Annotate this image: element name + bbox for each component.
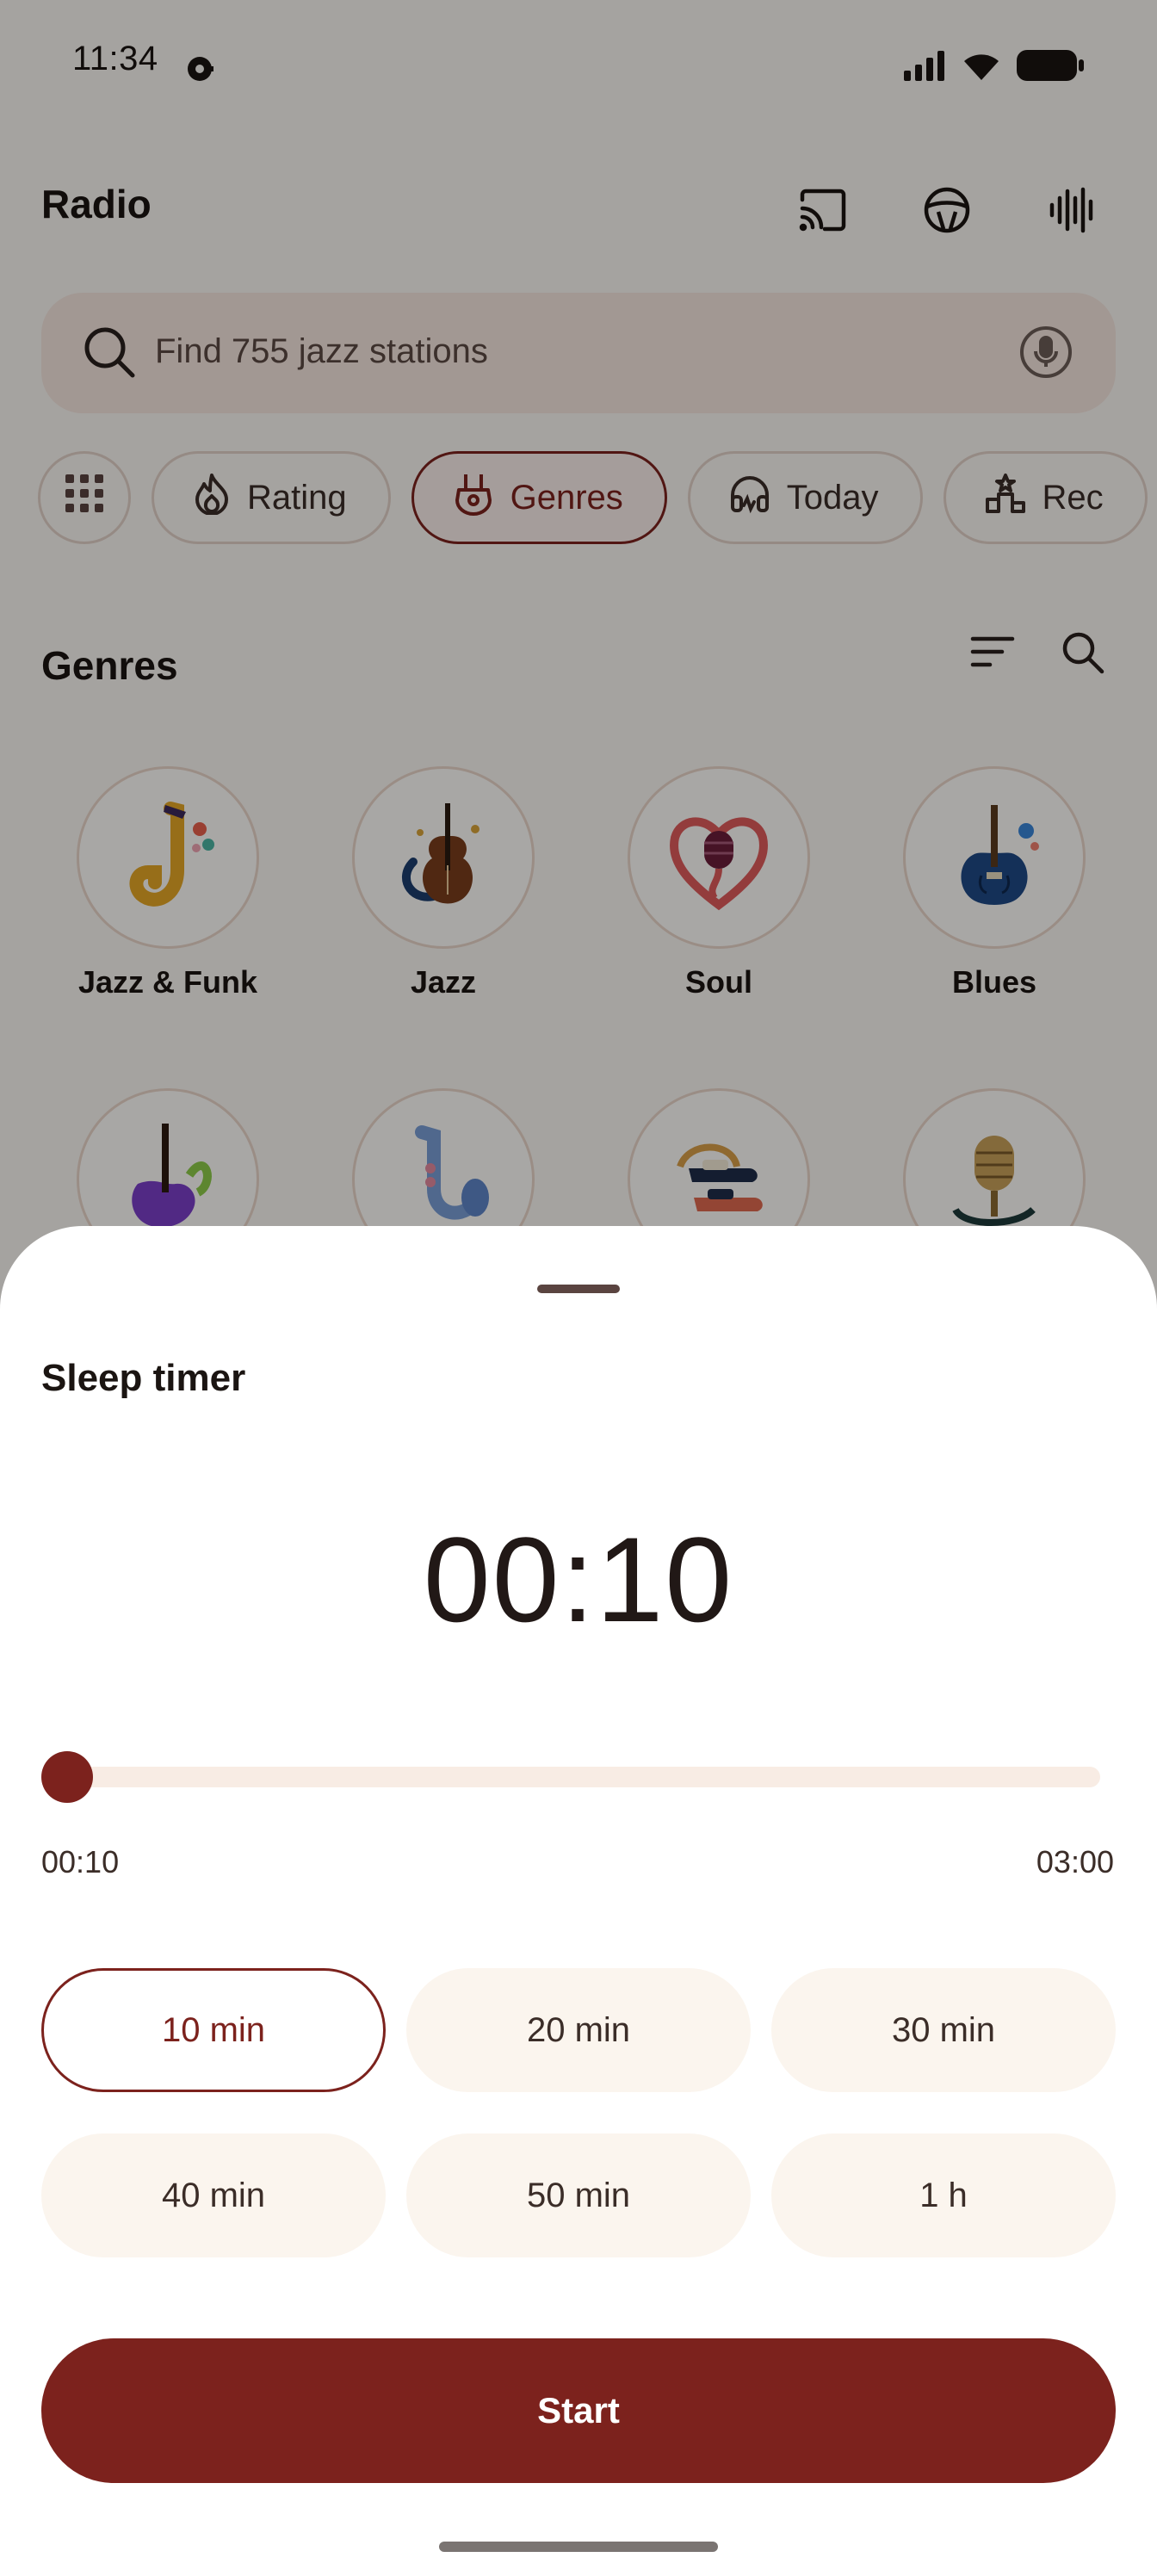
slider-min-label: 00:10 xyxy=(41,1844,120,1879)
preset-50-min[interactable]: 50 min xyxy=(406,2133,751,2257)
preset-30-min[interactable]: 30 min xyxy=(771,1968,1116,2092)
start-button[interactable]: Start xyxy=(41,2338,1116,2483)
preset-1-h[interactable]: 1 h xyxy=(771,2133,1116,2257)
timer-presets: 10 min 20 min 30 min 40 min 50 min 1 h xyxy=(41,1968,1116,2257)
slider-max-label: 03:00 xyxy=(1036,1844,1114,1879)
timer-slider-thumb[interactable] xyxy=(41,1751,93,1803)
timer-slider-track[interactable] xyxy=(67,1767,1100,1787)
timer-display: 00:10 xyxy=(423,1512,734,1647)
sheet-title: Sleep timer xyxy=(41,1357,246,1399)
home-indicator[interactable] xyxy=(439,2542,718,2552)
radio-app: 11:34 Radio Find 755 jazz stations Ratin… xyxy=(0,0,1157,2576)
preset-10-min[interactable]: 10 min xyxy=(41,1968,386,2092)
preset-40-min[interactable]: 40 min xyxy=(41,2133,386,2257)
sleep-timer-sheet: Sleep timer 00:10 00:10 03:00 10 min 20 … xyxy=(0,1226,1157,2576)
drag-handle[interactable] xyxy=(537,1285,620,1293)
preset-20-min[interactable]: 20 min xyxy=(406,1968,751,2092)
